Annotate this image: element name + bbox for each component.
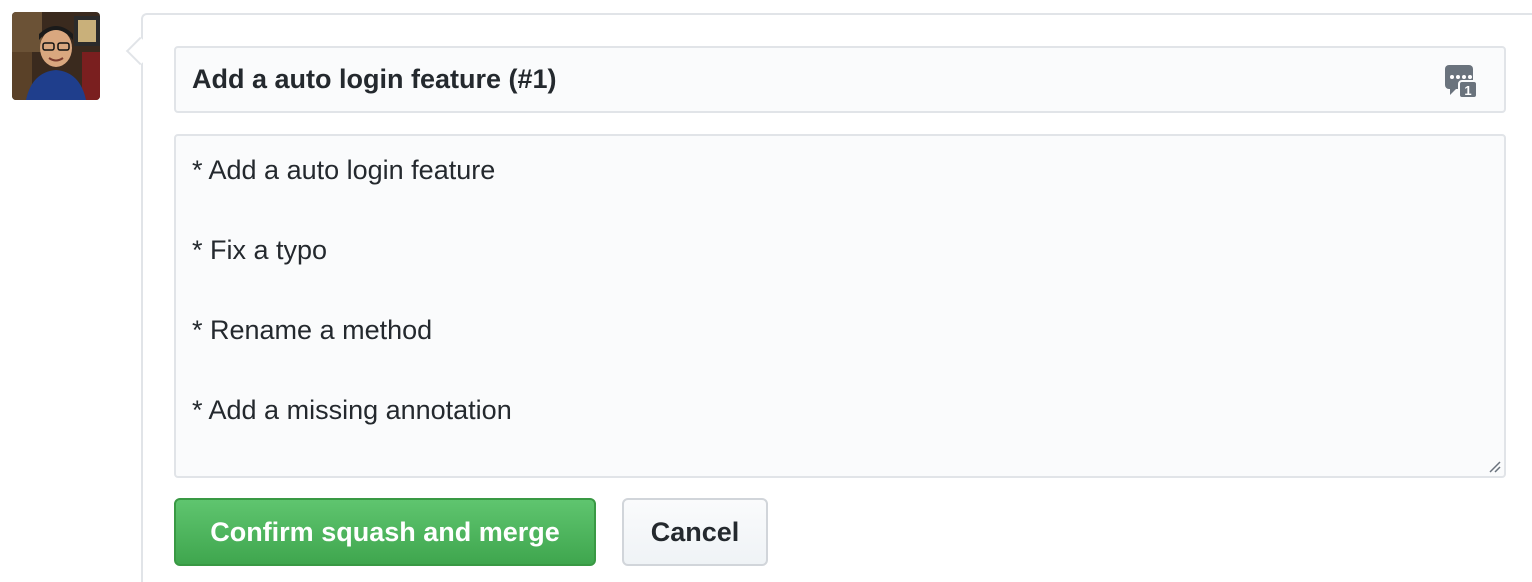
cancel-button[interactable]: Cancel bbox=[622, 498, 768, 566]
avatar[interactable] bbox=[12, 12, 100, 100]
commit-message-textarea[interactable]: * Add a auto login feature * Fix a typo … bbox=[174, 134, 1506, 478]
commit-message-line: * Add a auto login feature bbox=[192, 155, 496, 185]
saved-replies-icon[interactable]: 1 bbox=[1444, 63, 1478, 99]
commit-message-blank-line bbox=[192, 190, 1488, 230]
commit-title-field[interactable]: Add a auto login feature (#1) 1 bbox=[174, 46, 1506, 113]
commit-title-value: Add a auto login feature (#1) bbox=[192, 64, 557, 94]
commit-message-line: * Fix a typo bbox=[192, 235, 328, 265]
resize-grip-icon[interactable] bbox=[1487, 459, 1501, 473]
commit-message-line: * Rename a method bbox=[192, 315, 433, 345]
commit-message-blank-line bbox=[192, 350, 1488, 390]
confirm-squash-merge-button[interactable]: Confirm squash and merge bbox=[174, 498, 596, 566]
commit-message-line: * Add a missing annotation bbox=[192, 395, 512, 425]
avatar-image bbox=[12, 12, 100, 100]
saved-replies-badge: 1 bbox=[1464, 83, 1471, 98]
commit-message-blank-line bbox=[192, 270, 1488, 310]
